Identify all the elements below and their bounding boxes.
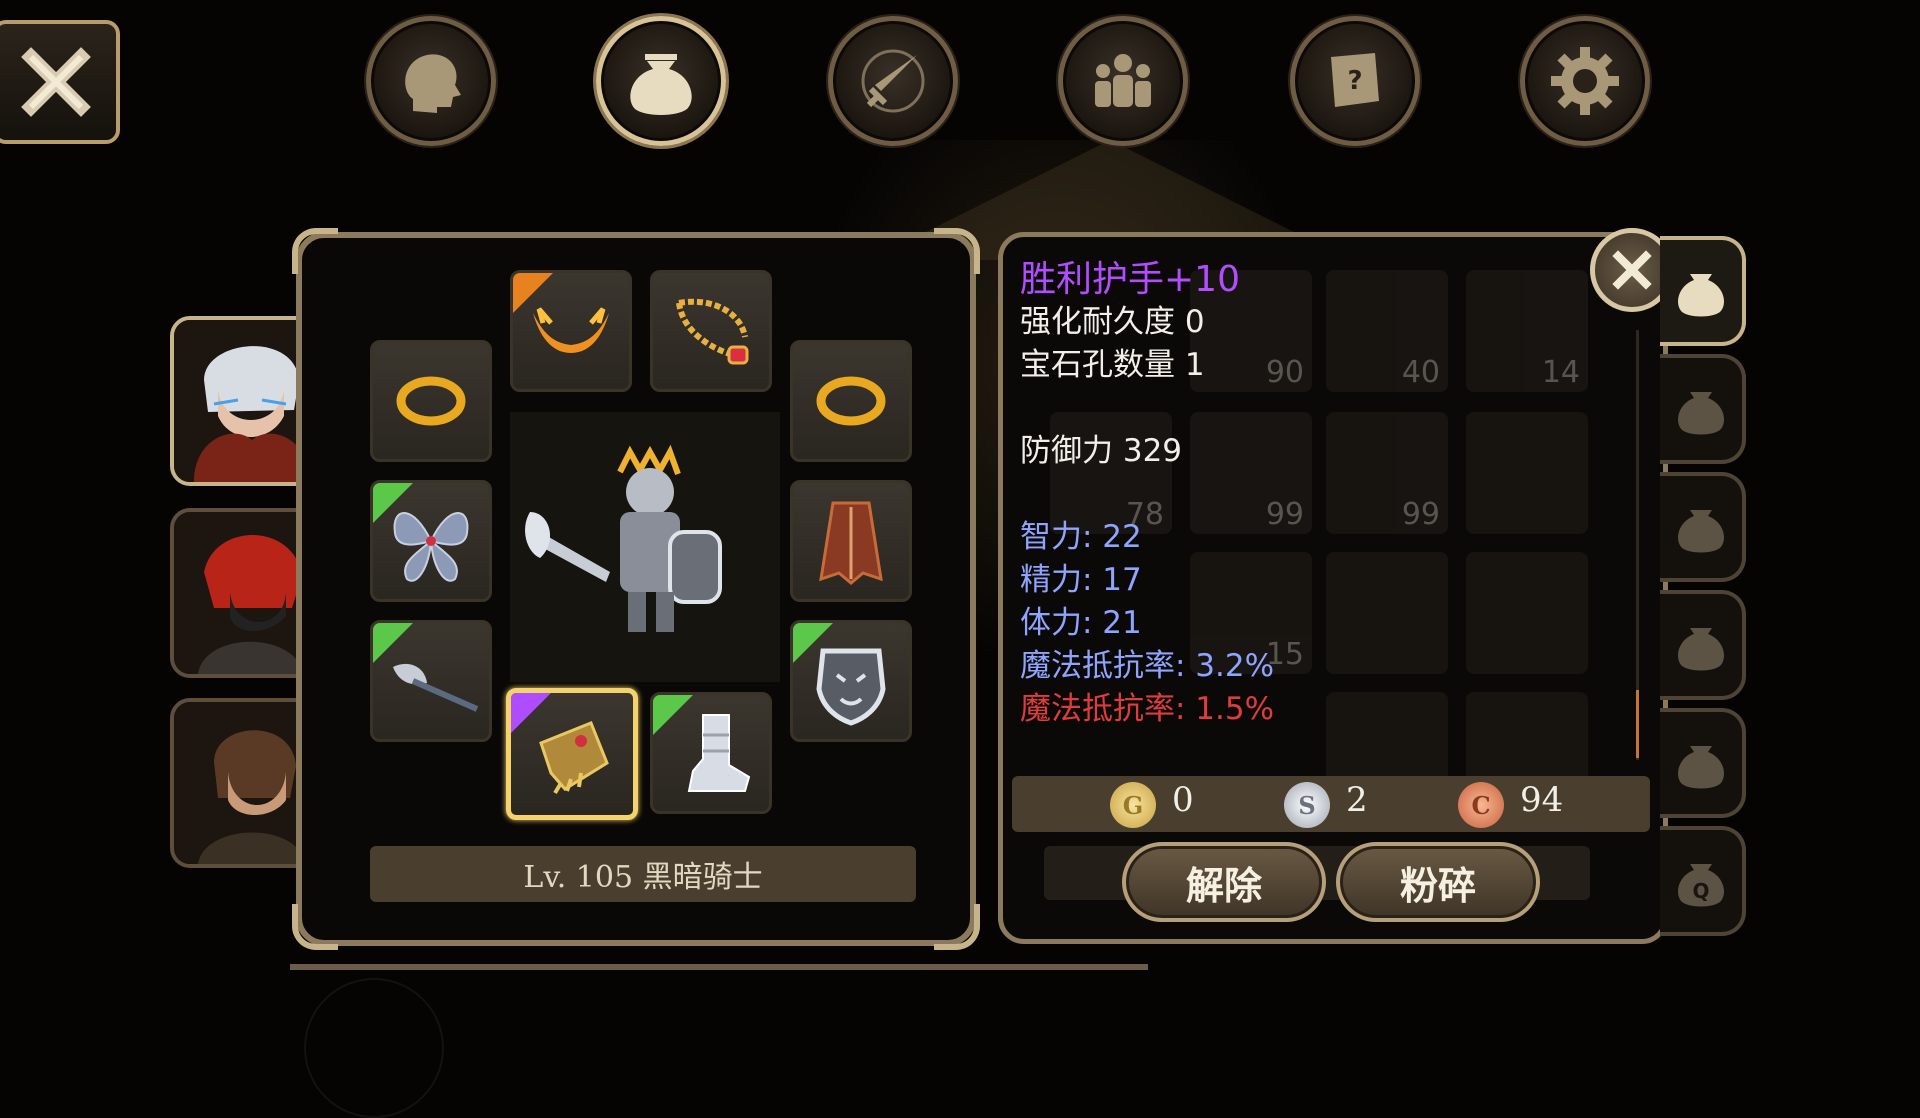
bag-tab-quest[interactable]: Q (1660, 826, 1746, 936)
equip-slot-gloves[interactable] (506, 688, 638, 820)
svg-text:?: ? (1347, 66, 1362, 96)
nav-quests-button[interactable]: ? (1290, 16, 1420, 146)
nav-inventory-button[interactable] (596, 16, 726, 146)
bag-tab-4[interactable] (1660, 590, 1746, 700)
close-button[interactable] (0, 20, 120, 144)
character-preview (510, 412, 780, 682)
item-count: 14 (1541, 355, 1580, 390)
gold-ring-icon (396, 376, 466, 426)
red-cape-icon (819, 501, 883, 585)
panel-corner (292, 228, 338, 274)
copper-amount: 94 (1520, 780, 1564, 820)
bag-icon (630, 54, 692, 115)
bag-icon (1678, 746, 1724, 789)
vitality-stat: 体力: 21 (1020, 605, 1142, 641)
equip-slot-wings[interactable] (370, 480, 492, 602)
bag-tab-3[interactable] (1660, 472, 1746, 582)
nav-profile-button[interactable] (366, 16, 496, 146)
gold-ring-icon (816, 376, 886, 426)
head-silhouette-icon (405, 54, 461, 113)
svg-text:Q: Q (1692, 879, 1709, 903)
intelligence-stat: 智力: 22 (1020, 519, 1142, 555)
people-icon (1095, 54, 1151, 107)
copper-coin-icon: C (1458, 782, 1504, 828)
gear-icon (1551, 47, 1619, 115)
nav-skills-button[interactable] (828, 16, 958, 146)
gold-amount: 0 (1172, 780, 1194, 820)
magic-resist-stat: 魔法抵抗率: 3.2% (1020, 648, 1275, 684)
bag-icon (1678, 274, 1724, 317)
equip-slot-necklace[interactable] (650, 270, 772, 392)
bag-tab-1[interactable] (1660, 236, 1746, 346)
item-detail-text: 胜利护手+10 强化耐久度 0 宝石孔数量 1 防御力 329 智力: 22 精… (1020, 258, 1500, 731)
virtual-joystick[interactable] (304, 978, 444, 1118)
smash-button[interactable]: 粉碎 (1336, 842, 1540, 922)
bag-icon (1678, 392, 1724, 435)
silver-amount: 2 (1346, 780, 1368, 820)
divider (290, 964, 1148, 970)
dark-knight-sprite (525, 444, 722, 632)
panel-corner (934, 904, 980, 950)
gold-necklace-icon (676, 298, 749, 365)
equip-slot-ring-right[interactable] (790, 340, 912, 462)
equip-slot-helmet[interactable] (510, 270, 632, 392)
gem-slots-stat: 宝石孔数量 1 (1020, 347, 1205, 383)
close-x-icon (1612, 250, 1652, 290)
bag-tab-2[interactable] (1660, 354, 1746, 464)
equip-slot-boots[interactable] (650, 692, 772, 814)
equip-slot-shield[interactable] (790, 620, 912, 742)
item-name: 胜利护手+10 (1020, 259, 1240, 300)
panel-corner (934, 228, 980, 274)
silver-coin-icon: S (1284, 782, 1330, 828)
close-x-icon (21, 47, 91, 117)
sword-compass-icon (861, 49, 925, 113)
nav-party-button[interactable] (1058, 16, 1188, 146)
gold-coin-icon: G (1110, 782, 1156, 828)
nav-settings-button[interactable] (1520, 16, 1650, 146)
bag-tab-5[interactable] (1660, 708, 1746, 818)
bag-icon (1678, 510, 1724, 553)
scrollbar-thumb[interactable] (1636, 690, 1639, 758)
scroll-question-icon: ? (1331, 53, 1379, 107)
magic-resist-penalty-stat: 魔法抵抗率: 1.5% (1020, 691, 1275, 727)
equip-slot-ring-left[interactable] (370, 340, 492, 462)
defense-stat: 防御力 329 (1020, 433, 1183, 469)
unequip-button[interactable]: 解除 (1122, 842, 1326, 922)
equip-slot-weapon[interactable] (370, 620, 492, 742)
equip-slot-armor[interactable] (790, 480, 912, 602)
spirit-stat: 精力: 17 (1020, 562, 1142, 598)
panel-corner (292, 904, 338, 950)
durability-stat: 强化耐久度 0 (1020, 304, 1205, 340)
character-level-class-label: Lv. 105 黑暗骑士 (370, 846, 916, 902)
quest-bag-icon: Q (1678, 864, 1724, 907)
bag-icon (1678, 628, 1724, 671)
